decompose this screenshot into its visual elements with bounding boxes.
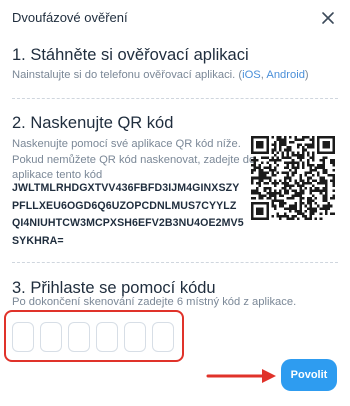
dialog-title: Dvoufázové ověření (12, 10, 128, 25)
divider (12, 262, 338, 263)
step1-description: Nainstalujte si do telefonu ověřovací ap… (12, 67, 309, 83)
code-digit-input[interactable] (124, 322, 146, 352)
code-digit-input[interactable] (96, 322, 118, 352)
close-button[interactable] (318, 8, 338, 28)
divider (12, 98, 338, 99)
android-link[interactable]: Android (266, 69, 305, 81)
close-icon (322, 12, 334, 24)
code-digit-input[interactable] (40, 322, 62, 352)
qr-code (251, 136, 335, 220)
code-digit-input[interactable] (68, 322, 90, 352)
ios-link[interactable]: iOS (242, 69, 261, 81)
step2-instruction-2: Pokud nemůžete QR kód naskenovat, zadejt… (12, 154, 256, 166)
step3-description: Po dokončení skenování zadejte 6 místný … (12, 296, 297, 308)
enable-button[interactable]: Povolit (281, 359, 337, 391)
code-digit-input[interactable] (152, 322, 174, 352)
step1-title: 1. Stáhněte si ověřovací aplikaci (12, 46, 249, 64)
secret-key: JWLTMLRHDGXTVV436FBFD3IJM4GINXSZYPFLLXEU… (12, 182, 244, 247)
code-digit-input[interactable] (12, 322, 34, 352)
step2-instruction-1: Naskenujte pomocí své aplikace QR kód ní… (12, 138, 241, 150)
step2-title: 2. Naskenujte QR kód (12, 114, 174, 132)
arrow-right-icon (206, 369, 276, 383)
step1-desc-end: ) (304, 69, 309, 81)
qr-modules (251, 136, 335, 220)
two-factor-dialog: Dvoufázové ověření 1. Stáhněte si ověřov… (0, 0, 350, 406)
step1-desc-text: Nainstalujte si do telefonu ověřovací ap… (12, 69, 243, 81)
code-input-group (4, 310, 184, 362)
